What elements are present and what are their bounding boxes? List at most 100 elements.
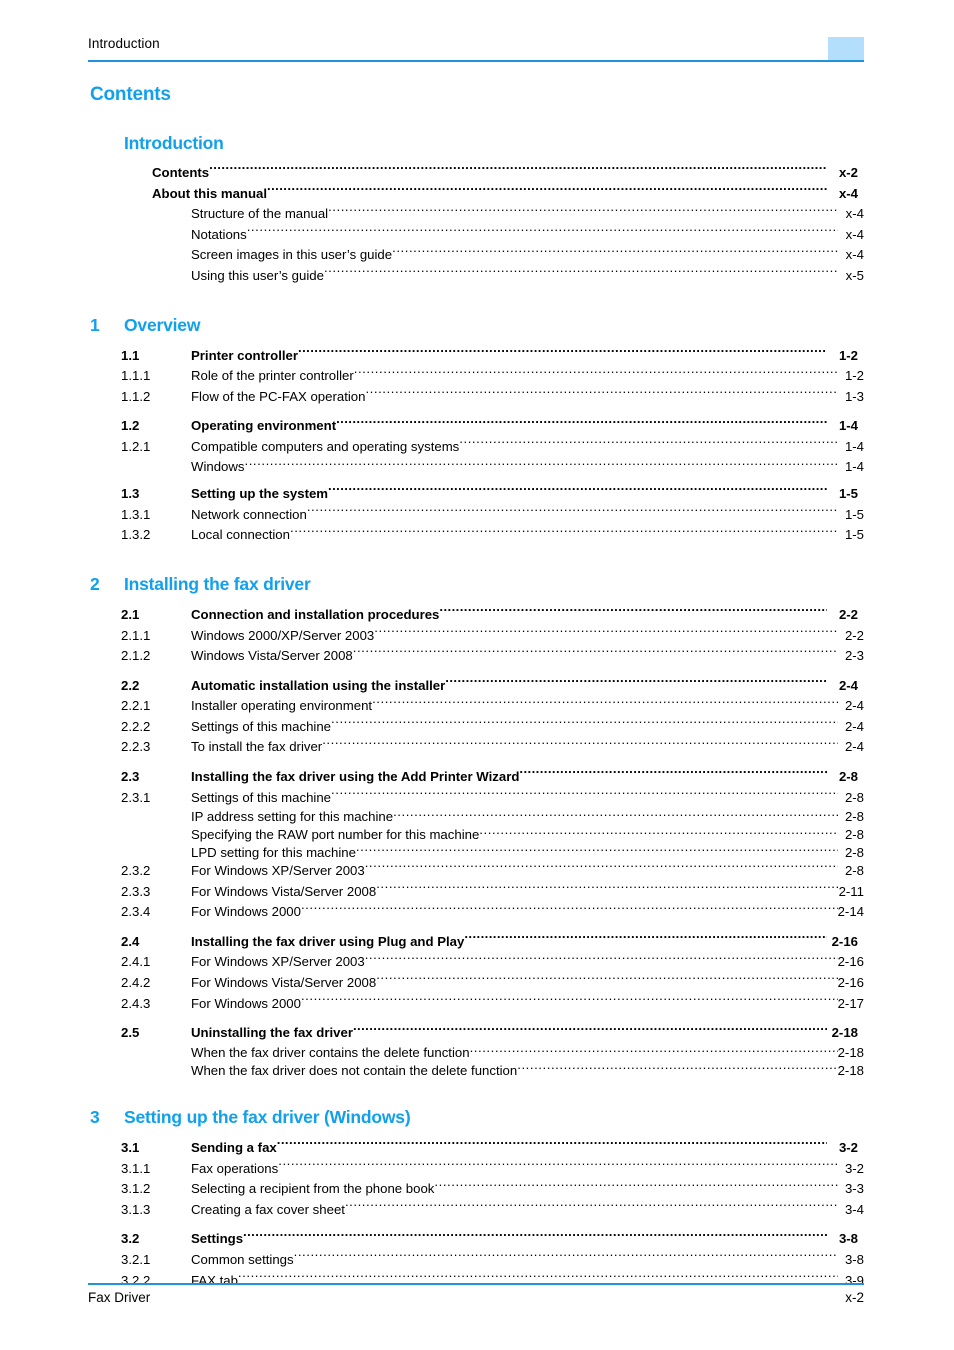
toc-entry-label: Creating a fax cover sheet (191, 1201, 345, 1217)
toc-chapter-heading[interactable]: 3 Setting up the fax driver (Windows) (88, 1106, 864, 1130)
page-footer: Fax Driver x-2 (88, 1288, 864, 1310)
toc-entry[interactable]: 2.2 Automatic installation using the inst… (88, 676, 864, 697)
toc-entry-page: 1-5 (844, 527, 864, 543)
toc-entry-number: 2.1 (121, 606, 140, 622)
toc-entry-page: 2-4 (844, 718, 864, 734)
toc-leader-dots (301, 903, 838, 916)
toc-entry[interactable]: 3.1.3 Creating a fax cover sheet 3-4 (88, 1200, 864, 1221)
toc-entry-label: Connection and installation procedures (191, 606, 440, 622)
toc-entry[interactable]: Using this user’s guide x-5 (88, 266, 864, 287)
toc-entry[interactable]: Contents x-2 (88, 163, 864, 184)
toc-entry-label: Notations (191, 226, 247, 242)
toc-entry-number: 3.2.1 (121, 1251, 151, 1267)
toc-entry[interactable]: 2.3.4 For Windows 2000 2-14 (88, 902, 864, 923)
toc-entry[interactable]: 2.4 Installing the fax driver using Plug … (88, 932, 864, 953)
toc-entry[interactable]: 1.2.1 Compatible computers and operating … (88, 437, 864, 458)
toc-entry[interactable]: 2.4.1 For Windows XP/Server 2003 2-16 (88, 952, 864, 973)
toc-entry[interactable]: 1.2 Operating environment 1-4 (88, 416, 864, 437)
toc-leader-dots (434, 1180, 838, 1193)
toc-entry-label: Compatible computers and operating syste… (191, 438, 460, 454)
toc-entry[interactable]: When the fax driver does not contain the… (88, 1061, 864, 1079)
toc-entry-page: 2-16 (837, 954, 864, 970)
page-header: Introduction (88, 36, 864, 62)
toc-entry[interactable]: Screen images in this user’s guide x-4 (88, 245, 864, 266)
toc-leader-dots (356, 843, 838, 856)
toc-entry[interactable]: 1.3.1 Network connection 1-5 (88, 505, 864, 526)
toc-entry-label: Contents (152, 165, 210, 180)
toc-entry[interactable]: Notations x-4 (88, 225, 864, 246)
toc-entry[interactable]: 2.3 Installing the fax driver using the A… (88, 767, 864, 788)
toc-leader-dots (372, 697, 838, 710)
toc-leader-dots (365, 862, 838, 875)
toc-entry[interactable]: 2.3.1 Settings of this machine 2-8 (88, 788, 864, 809)
toc-entry[interactable]: 1.1.2 Flow of the PC-FAX operation 1-3 (88, 387, 864, 408)
toc-entry[interactable]: 2.1 Connection and installation procedure… (88, 605, 864, 626)
toc-entry-label: Settings of this machine (191, 789, 332, 805)
toc-entry[interactable]: 2.3.3 For Windows Vista/Server 2008 2-11 (88, 882, 864, 903)
footer-document-name: Fax Driver (88, 1290, 151, 1305)
toc-leader-dots (376, 882, 838, 895)
toc-entry-number: 2.2 (121, 677, 140, 693)
toc-entry-page: 1-2 (844, 368, 864, 384)
toc-entry[interactable]: 2.4.3 For Windows 2000 2-17 (88, 994, 864, 1015)
toc-entry[interactable]: 2.1.1 Windows 2000/XP/Server 2003 2-2 (88, 626, 864, 647)
toc-entry-label: LPD setting for this machine (191, 844, 356, 860)
toc-entry-number: 2.3.2 (121, 863, 151, 879)
toc-entry-page: x-4 (845, 247, 864, 263)
toc-leader-dots (328, 485, 827, 498)
toc-entry[interactable]: When the fax driver contains the delete … (88, 1044, 864, 1062)
toc-entry[interactable]: 2.3.2 For Windows XP/Server 2003 2-8 (88, 861, 864, 882)
toc-chapter-heading[interactable]: 1 Overview (88, 314, 864, 338)
toc-entry[interactable]: 2.2.2 Settings of this machine 2-4 (88, 717, 864, 738)
toc-entry-page: 3-8 (844, 1251, 864, 1267)
toc-entry[interactable]: 2.2.1 Installer operating environment 2-4 (88, 696, 864, 717)
toc-entry-label: For Windows 2000 (191, 995, 301, 1011)
toc-entry-number: 2.3 (121, 769, 140, 785)
toc-entry-page: x-4 (845, 206, 864, 222)
toc-entry-label: Fax operations (191, 1160, 279, 1176)
toc-entry[interactable]: IP address setting for this machine 2-8 (88, 808, 864, 826)
toc-entry[interactable]: About this manual x-4 (88, 184, 864, 205)
toc-part-heading[interactable]: Introduction (124, 132, 864, 154)
toc-entry[interactable]: 3.1.2 Selecting a recipient from the phon… (88, 1179, 864, 1200)
toc-leader-dots (324, 267, 838, 280)
toc-entry[interactable]: 2.4.2 For Windows Vista/Server 2008 2-16 (88, 973, 864, 994)
toc-entry[interactable]: LPD setting for this machine 2-8 (88, 843, 864, 861)
toc-entry-page: 2-17 (837, 995, 864, 1011)
toc-entry[interactable]: 2.1.2 Windows Vista/Server 2008 2-3 (88, 646, 864, 667)
toc-leader-dots (439, 606, 827, 619)
toc-entry-label: To install the fax driver (191, 739, 323, 755)
toc-entry[interactable]: 3.1.1 Fax operations 3-2 (88, 1159, 864, 1180)
toc-entry[interactable]: Windows 1-4 (88, 458, 864, 476)
toc-entry[interactable]: 3.1 Sending a fax 3-2 (88, 1138, 864, 1159)
toc-entry[interactable]: 2.2.3 To install the fax driver 2-4 (88, 737, 864, 758)
toc-entry[interactable]: 3.2 Settings 3-8 (88, 1229, 864, 1250)
toc-entry-label: For Windows Vista/Server 2008 (191, 883, 377, 899)
toc-entry[interactable]: 3.2.1 Common settings 3-8 (88, 1250, 864, 1271)
toc-entry-number: 2.4.1 (121, 954, 151, 970)
toc-entry[interactable]: 1.1.1 Role of the printer controller 1-2 (88, 366, 864, 387)
header-rule (88, 60, 864, 62)
toc-entry-label: Screen images in this user’s guide (191, 247, 393, 263)
toc-entry[interactable]: Structure of the manual x-4 (88, 204, 864, 225)
toc-entry-page: 3-2 (838, 1139, 858, 1155)
toc-chapter-heading[interactable]: 2 Installing the fax driver (88, 573, 864, 597)
toc-leader-dots (353, 647, 838, 660)
toc-entry[interactable]: 1.1 Printer controller 1-2 (88, 346, 864, 367)
toc-entry[interactable]: Specifying the RAW port number for this … (88, 826, 864, 844)
toc-entry-page: 3-8 (838, 1231, 858, 1247)
toc-entry-number: 2.1.1 (121, 627, 151, 643)
toc-entry[interactable]: 2.5 Uninstalling the fax driver 2-18 (88, 1023, 864, 1044)
toc-entry-label: Using this user’s guide (191, 267, 324, 283)
toc-entry[interactable]: 1.3.2 Local connection 1-5 (88, 525, 864, 546)
toc-leader-dots (517, 1061, 837, 1074)
toc-entry-label: Selecting a recipient from the phone boo… (191, 1181, 435, 1197)
toc-entry-number: 2.2.3 (121, 739, 151, 755)
toc-entry-label: For Windows XP/Server 2003 (191, 954, 365, 970)
row-spacer (88, 1014, 864, 1023)
toc-entry-page: 2-8 (844, 809, 864, 825)
toc-entry[interactable]: 1.3 Setting up the system 1-5 (88, 484, 864, 505)
toc-entry-label: For Windows Vista/Server 2008 (191, 975, 377, 990)
